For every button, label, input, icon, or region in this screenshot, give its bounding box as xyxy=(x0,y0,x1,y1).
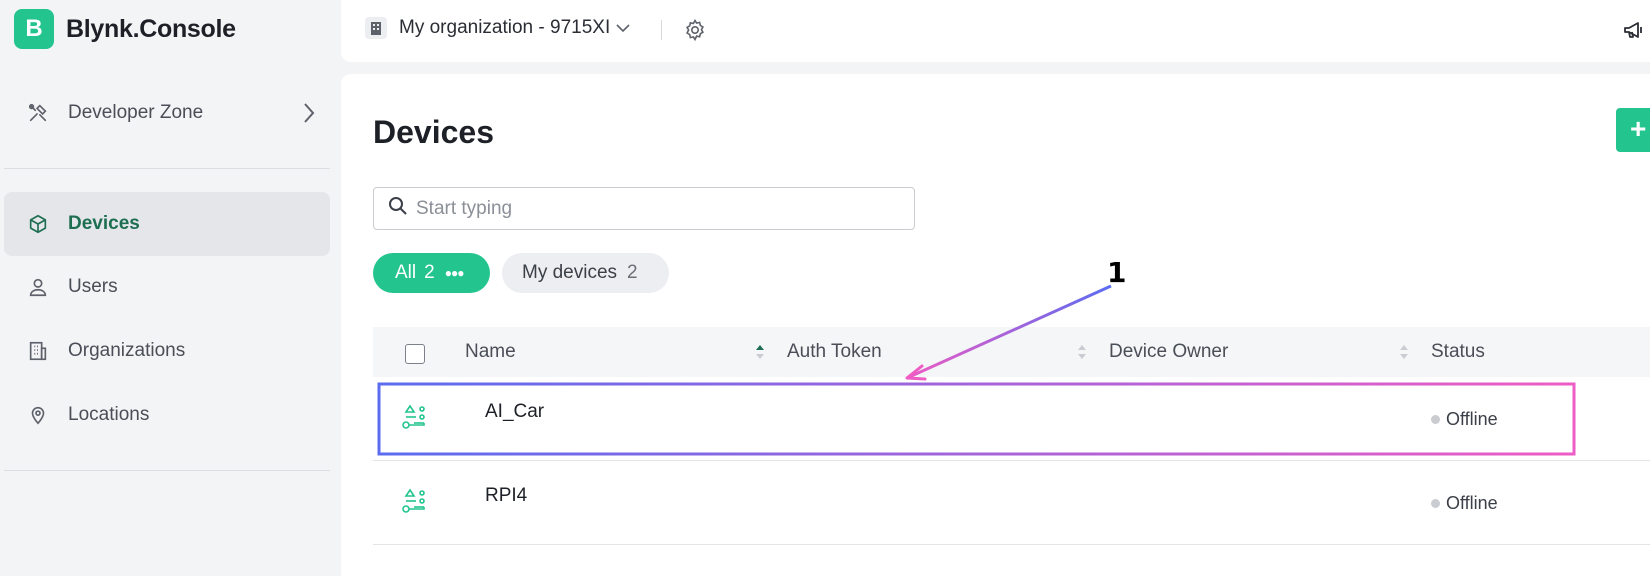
status-text: Offline xyxy=(1446,493,1498,513)
sidebar-item-users[interactable]: Users xyxy=(4,255,330,319)
add-device-button[interactable]: + xyxy=(1616,108,1650,152)
table-header: Name Auth Token Device Owner Status xyxy=(373,327,1650,377)
brand[interactable]: B Blynk.Console xyxy=(14,9,236,49)
table-row[interactable]: AI_Car Offline xyxy=(373,377,1650,461)
device-template-icon xyxy=(400,487,430,522)
sort-icon[interactable] xyxy=(1076,342,1088,362)
building-icon xyxy=(26,339,50,363)
sidebar-item-label: Devices xyxy=(68,213,140,234)
sidebar-item-label: Developer Zone xyxy=(68,102,204,123)
device-name[interactable]: AI_Car xyxy=(485,401,544,423)
sidebar-divider xyxy=(4,168,330,169)
sort-asc-icon[interactable] xyxy=(754,342,766,362)
cube-icon xyxy=(26,212,50,236)
column-header-name[interactable]: Name xyxy=(465,341,516,363)
filter-count: 2 xyxy=(627,262,638,283)
organization-selector[interactable]: My organization - 9715XI xyxy=(365,17,630,39)
sidebar-item-locations[interactable]: Locations xyxy=(4,383,330,447)
device-status: Offline xyxy=(1431,493,1498,514)
users-icon xyxy=(26,275,50,299)
sidebar-item-devices[interactable]: Devices xyxy=(4,192,330,256)
brand-name: Blynk.Console xyxy=(66,14,236,43)
sidebar-item-organizations[interactable]: Organizations xyxy=(4,319,330,383)
device-status: Offline xyxy=(1431,409,1498,430)
sidebar-item-label: Organizations xyxy=(68,340,186,361)
status-dot xyxy=(1431,415,1440,424)
filter-label: My devices xyxy=(522,262,618,283)
annotation-label: 1 xyxy=(1107,256,1127,289)
filter-count: 2 xyxy=(424,262,435,283)
filter-label: All xyxy=(395,262,417,283)
column-header-device-owner[interactable]: Device Owner xyxy=(1109,341,1228,363)
filter-my-devices[interactable]: My devices 2 xyxy=(502,253,669,293)
device-name[interactable]: RPI4 xyxy=(485,485,527,507)
sidebar-item-label: Locations xyxy=(68,404,150,425)
filter-all[interactable]: All 2 ●●● xyxy=(373,253,490,293)
topbar-divider xyxy=(661,20,662,40)
status-text: Offline xyxy=(1446,409,1498,429)
building-icon xyxy=(365,17,387,39)
status-dot xyxy=(1431,499,1440,508)
select-all-checkbox[interactable] xyxy=(405,344,425,364)
search-input[interactable] xyxy=(416,197,896,220)
column-header-auth-token[interactable]: Auth Token xyxy=(787,341,882,363)
organization-name: My organization - 9715XI xyxy=(399,17,611,38)
brand-logo: B xyxy=(14,9,54,49)
chevron-down-icon xyxy=(616,17,630,39)
sidebar-item-developer-zone[interactable]: Developer Zone xyxy=(4,81,330,145)
page-title: Devices xyxy=(373,114,494,150)
device-template-icon xyxy=(400,403,430,438)
column-header-status[interactable]: Status xyxy=(1431,341,1485,363)
location-pin-icon xyxy=(26,403,50,427)
top-bar: My organization - 9715XI xyxy=(341,0,1650,62)
sidebar-item-label: Users xyxy=(68,276,118,297)
sidebar: B Blynk.Console Developer Zone Devices U… xyxy=(0,0,330,576)
gear-icon[interactable] xyxy=(683,18,707,47)
search-icon xyxy=(388,196,408,221)
sort-icon[interactable] xyxy=(1398,342,1410,362)
main-content: Devices + All 2 ●●● My devices 2 Name Au… xyxy=(341,74,1650,576)
table-row[interactable]: RPI4 Offline xyxy=(373,461,1650,545)
megaphone-icon[interactable] xyxy=(1622,18,1646,47)
tools-icon xyxy=(26,101,50,125)
search-box xyxy=(373,187,915,230)
chevron-right-icon xyxy=(302,101,316,131)
sidebar-divider xyxy=(4,470,330,471)
more-dots-icon[interactable]: ●●● xyxy=(445,266,465,280)
